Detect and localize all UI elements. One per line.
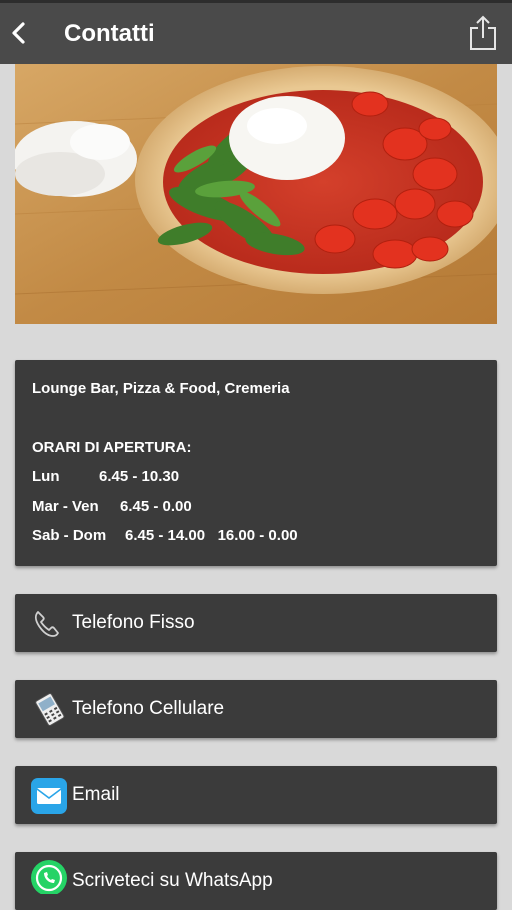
hours-row-sab-dom: Sab - Dom 6.45 - 14.00 16.00 - 0.00 bbox=[32, 525, 480, 555]
contact-whatsapp-button[interactable]: Scriveteci su WhatsApp bbox=[15, 852, 497, 910]
contact-email-button[interactable]: Email bbox=[15, 766, 497, 824]
whatsapp-icon bbox=[31, 860, 67, 894]
share-icon bbox=[470, 15, 496, 50]
hours-row-lun: Lun 6.45 - 10.30 bbox=[32, 466, 480, 496]
info-card: Lounge Bar, Pizza & Food, Cremeria ORARI… bbox=[15, 360, 497, 566]
share-button[interactable] bbox=[468, 15, 498, 51]
chevron-left-icon bbox=[12, 22, 25, 44]
mobile-phone-icon bbox=[35, 693, 65, 726]
hero-image bbox=[15, 64, 497, 324]
hours-day: Sab - Dom bbox=[32, 527, 107, 544]
contact-label: Scriveteci su WhatsApp bbox=[72, 870, 273, 891]
hours-time: 6.45 - 14.00 16.00 - 0.00 bbox=[125, 527, 298, 544]
hours-time: 6.45 - 10.30 bbox=[99, 468, 180, 485]
contact-label: Email bbox=[72, 784, 120, 805]
email-icon bbox=[31, 778, 67, 814]
pizza-illustration bbox=[15, 64, 497, 324]
top-bar: Contatti bbox=[0, 0, 512, 64]
business-type: Lounge Bar, Pizza & Food, Cremeria bbox=[32, 380, 290, 397]
hours-title: ORARI DI APERTURA: bbox=[32, 438, 192, 456]
hours-time: 6.45 - 0.00 bbox=[120, 497, 192, 515]
contact-mobile-button[interactable]: Telefono Cellulare bbox=[15, 680, 497, 738]
hours-day: Mar - Ven bbox=[32, 497, 99, 515]
hours-row-mar-ven: Mar - Ven 6.45 - 0.00 bbox=[32, 496, 480, 526]
contact-label: Telefono Cellulare bbox=[72, 698, 225, 719]
hours-day: Lun bbox=[32, 468, 60, 485]
page-title: Contatti bbox=[64, 20, 155, 47]
contact-landline-button[interactable]: Telefono Fisso bbox=[15, 594, 497, 652]
contact-label: Telefono Fisso bbox=[72, 612, 195, 633]
phone-icon bbox=[34, 611, 59, 637]
back-button[interactable] bbox=[6, 17, 34, 49]
